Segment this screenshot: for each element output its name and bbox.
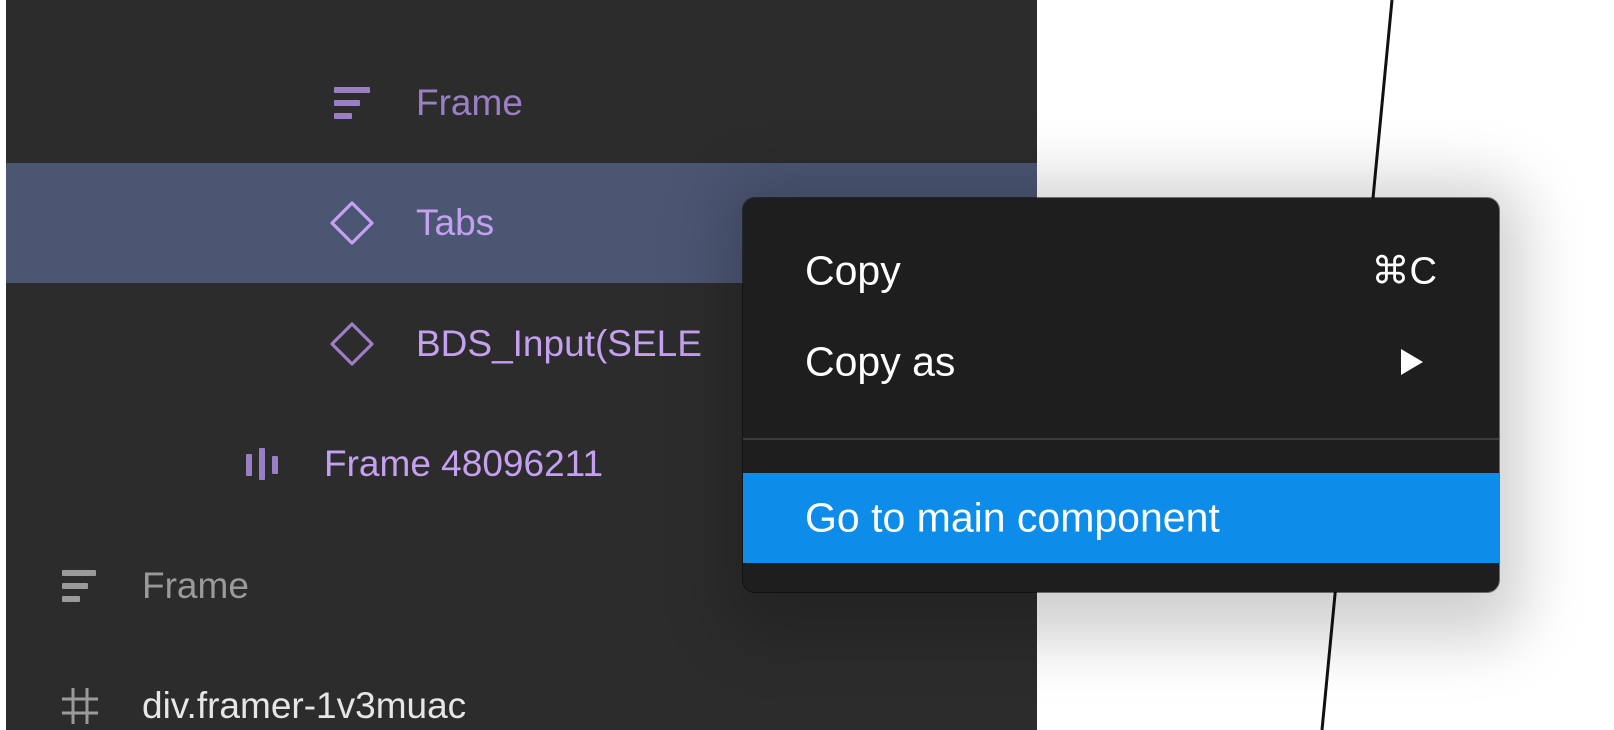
layer-label: Frame [416, 82, 523, 123]
layer-label: div.framer-1v3muac [142, 685, 467, 726]
component-instance-icon [330, 322, 374, 366]
menu-item-label: Copy [805, 247, 901, 294]
menu-item-copy-as[interactable]: Copy as [743, 317, 1499, 407]
context-menu: Copy ⌘C Copy as Go to main component [743, 198, 1499, 592]
layer-label: BDS_Input(SELE [416, 323, 702, 364]
menu-item-label: Copy as [805, 338, 956, 385]
frame-hash-icon [62, 688, 98, 724]
component-instance-icon [330, 201, 374, 245]
chevron-right-icon [1401, 349, 1423, 375]
copy-shortcut: ⌘C [1371, 250, 1437, 293]
layer-label: Frame [142, 565, 249, 606]
layer-row-div-framer[interactable]: div.framer-1v3muac [6, 646, 1037, 730]
auto-layout-vertical-icon [62, 570, 96, 602]
auto-layout-horizontal-icon [246, 448, 278, 480]
menu-item-go-to-main-component[interactable]: Go to main component [743, 473, 1499, 563]
menu-item-copy[interactable]: Copy ⌘C [743, 226, 1499, 316]
layer-row-frame[interactable]: Frame [6, 43, 1037, 163]
layer-label: Tabs [416, 202, 495, 243]
menu-item-label: Go to main component [805, 494, 1220, 541]
menu-divider [743, 438, 1499, 440]
layer-label: Frame 48096211 [324, 443, 604, 484]
auto-layout-vertical-icon [334, 87, 370, 119]
